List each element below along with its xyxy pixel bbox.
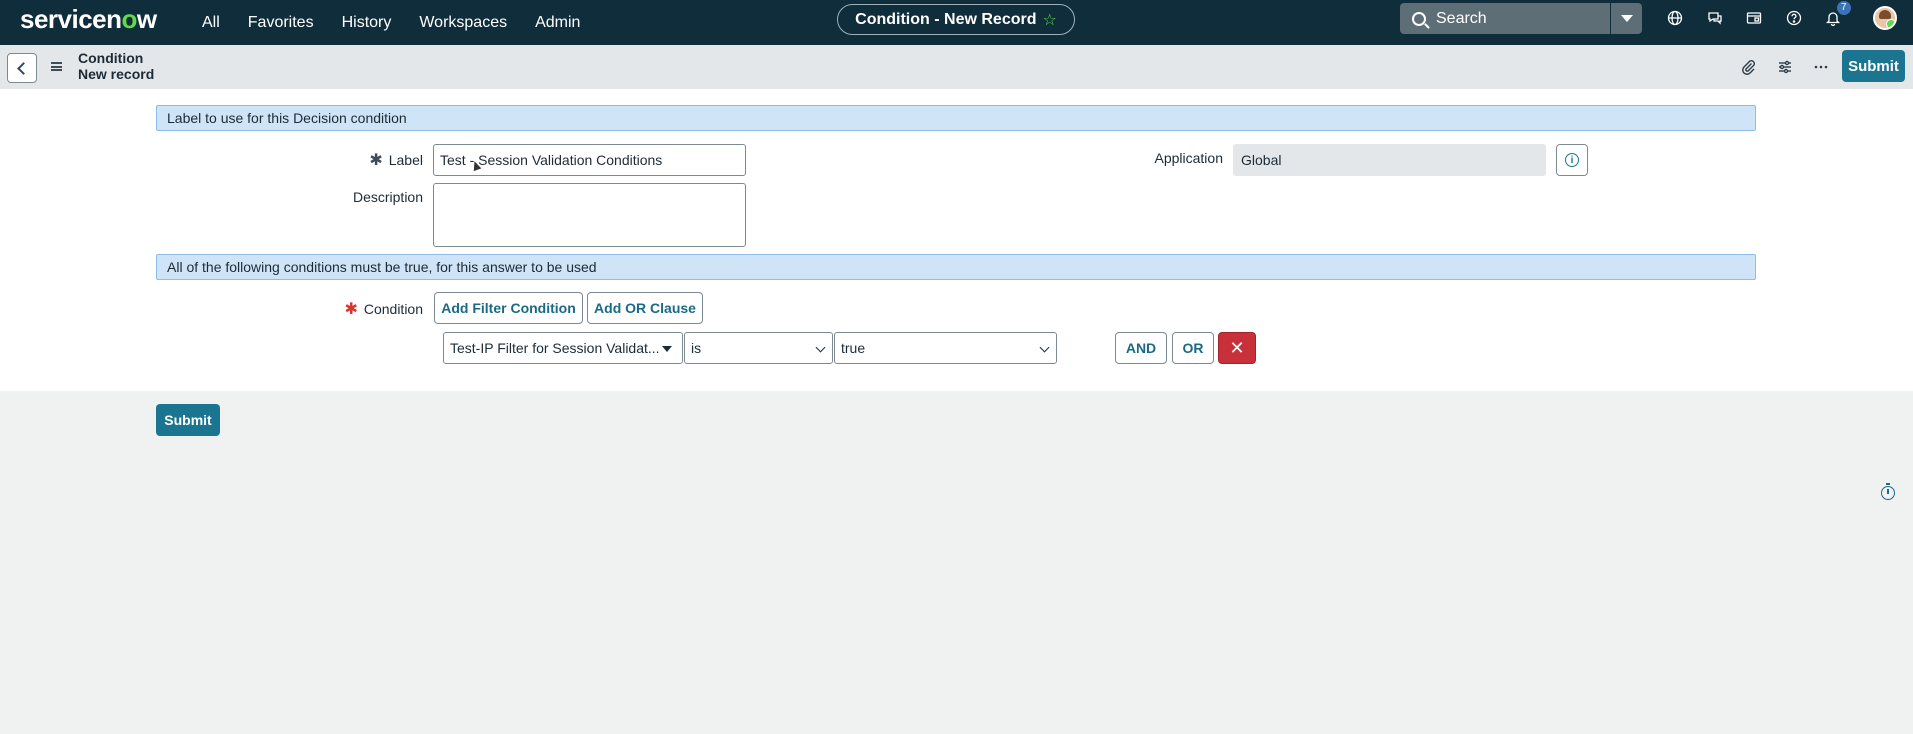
close-icon: ✕ [1229,337,1245,358]
chevron-down-icon [1039,342,1050,353]
and-condition-button[interactable]: AND [1115,332,1167,364]
record-title-pill: Condition - New Record ☆ [837,4,1075,35]
description-field-label: Description [352,189,423,205]
search-placeholder: Search [1436,9,1487,27]
global-search-input[interactable]: Search [1400,3,1610,34]
condition-operator-select[interactable]: is [684,332,833,364]
nav-workspaces[interactable]: Workspaces [419,14,507,32]
nav-admin[interactable]: Admin [535,14,580,32]
nav-favorites[interactable]: Favorites [248,14,314,32]
mandatory-icon: ✱ [369,152,383,169]
nav-links: All Favorites History Workspaces Admin [202,0,608,45]
label-field-label: ✱ Label [369,152,423,169]
user-avatar[interactable] [1873,6,1897,30]
nav-history[interactable]: History [342,14,392,32]
condition-field-select[interactable]: Test-IP Filter for Session Validat... [443,332,683,364]
chevron-down-icon [662,346,672,352]
form-menu-icon[interactable] [51,62,62,71]
section-label-header: Label to use for this Decision condition [156,105,1756,131]
form-subtitle: New record [78,66,155,82]
condition-field-label: ✱ Condition [344,301,423,318]
stopwatch-icon[interactable] [1881,483,1895,500]
form-submit-button[interactable]: Submit [156,404,220,436]
delete-condition-button[interactable]: ✕ [1218,332,1256,364]
record-title: Condition - New Record [855,10,1037,28]
favorite-star-icon[interactable]: ☆ [1042,10,1056,30]
search-icon [1412,11,1426,26]
chevron-down-icon [815,342,826,353]
condition-value-select[interactable]: true [834,332,1057,364]
label-input[interactable]: Test - Session Validation Conditions [433,144,746,176]
back-button[interactable] [7,53,37,83]
help-icon[interactable] [1785,9,1803,27]
header-submit-button[interactable]: Submit [1842,50,1905,82]
paperclip-icon[interactable] [1740,58,1758,76]
add-filter-condition-button[interactable]: Add Filter Condition [434,292,583,324]
form-title: Condition [78,50,144,66]
or-condition-button[interactable]: OR [1172,332,1214,364]
form-header: Condition New record Submit [0,45,1913,89]
application-readonly-field: Global [1233,144,1546,176]
top-navigation: servicenow All Favorites History Workspa… [0,0,1913,45]
notification-count-badge: 7 [1837,1,1851,15]
more-icon[interactable] [1812,58,1830,76]
nav-all[interactable]: All [202,14,220,32]
search-scope-dropdown[interactable] [1611,3,1642,34]
globe-icon[interactable] [1666,9,1684,27]
sliders-icon[interactable] [1776,58,1794,76]
add-or-clause-button[interactable]: Add OR Clause [587,292,703,324]
info-icon: i [1565,153,1579,167]
record-form: Label to use for this Decision condition… [0,89,1913,391]
description-textarea[interactable] [433,183,746,247]
mandatory-icon: ✱ [344,301,358,318]
chat-icon[interactable] [1706,9,1724,27]
id-card-icon[interactable] [1745,9,1763,27]
application-field-label: Application [1154,150,1224,166]
servicenow-logo[interactable]: servicenow [20,4,157,35]
section-conditions-header: All of the following conditions must be … [156,254,1756,280]
application-info-button[interactable]: i [1556,144,1588,176]
